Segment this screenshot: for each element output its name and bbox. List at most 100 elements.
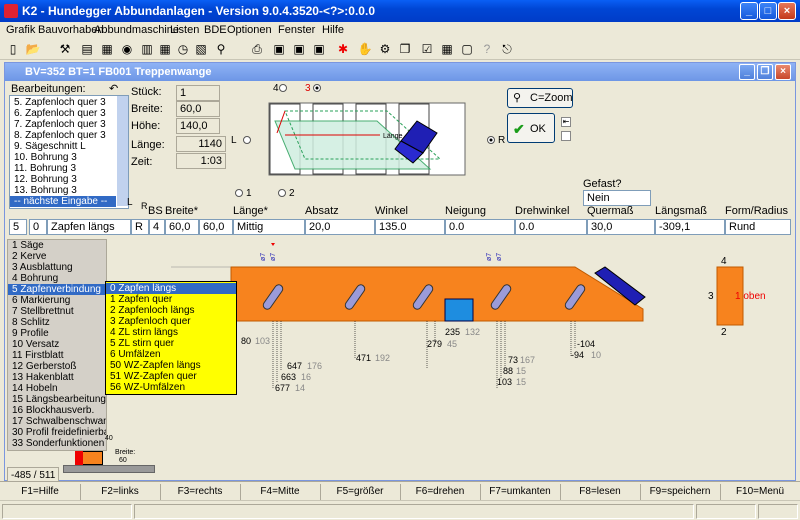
fkey-button[interactable]: F7=umkanten: [480, 484, 561, 500]
category-item[interactable]: 17 Schwalbenschwanz: [8, 416, 106, 427]
subtype-item[interactable]: 56 WZ-Umfälzen: [106, 382, 236, 393]
print-icon[interactable]: ⎙: [248, 40, 266, 58]
category-item[interactable]: 8 Schlitz: [8, 317, 106, 328]
pos-bottom-1[interactable]: 1: [246, 188, 252, 199]
menu-fenster[interactable]: Fenster: [278, 24, 315, 36]
param-laengsmass-field[interactable]: -309,1: [655, 219, 725, 235]
window-icon[interactable]: ▢: [458, 40, 476, 58]
menu-optionen[interactable]: Optionen: [227, 24, 272, 36]
fkey-button[interactable]: F1=Hilfe: [0, 484, 81, 500]
param-winkel-field[interactable]: 135.0: [375, 219, 445, 235]
pos-bottom-2-radio[interactable]: [278, 189, 286, 197]
pos-top-3[interactable]: 3: [305, 83, 311, 94]
bearbeitung-item[interactable]: 7. Zapfenloch quer 3: [10, 119, 116, 130]
grid-icon[interactable]: ▦: [156, 40, 174, 58]
gefast-select[interactable]: Nein: [583, 190, 651, 206]
table-icon[interactable]: ▦: [438, 40, 456, 58]
param-quermass-field[interactable]: 30,0: [587, 219, 655, 235]
menu-hilfe[interactable]: Hilfe: [322, 24, 344, 36]
bearbeitung-item[interactable]: 13. Bohrung 3: [10, 185, 116, 196]
param-bs-num-field[interactable]: 4: [149, 219, 165, 235]
chart-icon[interactable]: ▧: [192, 40, 210, 58]
open-folder-icon[interactable]: 📂: [24, 40, 42, 58]
category-item[interactable]: 30 Profil freidefinierbar: [8, 427, 106, 438]
category-item[interactable]: 15 Längsbearbeitungen: [8, 394, 106, 405]
star-icon[interactable]: ✱: [334, 40, 352, 58]
param-drehwinkel-field[interactable]: 0.0: [515, 219, 587, 235]
category-item[interactable]: 7 Stellbrettnut: [8, 306, 106, 317]
pos-top-4-radio[interactable]: [279, 84, 287, 92]
export-icon[interactable]: ▦: [98, 40, 116, 58]
bearbeitung-item[interactable]: 5. Zapfenloch quer 3: [10, 97, 116, 108]
pos-bottom-1-radio[interactable]: [235, 189, 243, 197]
subtype-item[interactable]: 50 WZ-Zapfen längs: [106, 360, 236, 371]
bearbeitungen-list[interactable]: 5. Zapfenloch quer 3 6. Zapfenloch quer 3…: [9, 95, 129, 209]
category-item[interactable]: 1 Säge: [8, 240, 106, 251]
minimize-button[interactable]: _: [740, 2, 758, 20]
bearbeitung-item[interactable]: 10. Bohrung 3: [10, 152, 116, 163]
subtype-item[interactable]: 4 ZL stirn längs: [106, 327, 236, 338]
param-bs-field[interactable]: R: [131, 219, 149, 235]
category-item[interactable]: 10 Versatz: [8, 339, 106, 350]
fkey-button[interactable]: F4=Mitte: [240, 484, 321, 500]
bearbeitung-item[interactable]: 12. Bohrung 3: [10, 174, 116, 185]
pos-top-4[interactable]: 4: [273, 83, 279, 94]
category-item[interactable]: 11 Firstblatt: [8, 350, 106, 361]
category-item[interactable]: 4 Bohrung: [8, 273, 106, 284]
clock-icon[interactable]: ◷: [174, 40, 192, 58]
close-button[interactable]: ×: [778, 2, 796, 20]
bearbeitung-item[interactable]: 6. Zapfenloch quer 3: [10, 108, 116, 119]
subtype-item[interactable]: 3 Zapfenloch quer: [106, 316, 236, 327]
new-icon[interactable]: ▯: [4, 40, 22, 58]
category-item[interactable]: 5 Zapfenverbindung: [8, 284, 106, 295]
globe-icon[interactable]: ◉: [118, 40, 136, 58]
zoom-button[interactable]: ⚲ C=Zoom: [507, 88, 573, 108]
category-item[interactable]: 6 Markierung: [8, 295, 106, 306]
calculator-icon[interactable]: ▥: [138, 40, 156, 58]
menu-bde[interactable]: BDE: [204, 24, 227, 36]
category-item[interactable]: 9 Profile: [8, 328, 106, 339]
fkey-button[interactable]: F8=lesen: [560, 484, 641, 500]
fkey-button[interactable]: F6=drehen: [400, 484, 481, 500]
list-scrollbar[interactable]: [117, 96, 128, 206]
param-laenge-field[interactable]: Mittig: [233, 219, 305, 235]
category-item[interactable]: 3 Ausblattung: [8, 262, 106, 273]
bearbeitung-item[interactable]: 9. Sägeschnitt L: [10, 141, 116, 152]
subtype-item[interactable]: 2 Zapfenloch längs: [106, 305, 236, 316]
preview-3d-view[interactable]: Länge 4 3 L R 1 2: [225, 81, 505, 201]
tool-icon[interactable]: ⚒: [56, 40, 74, 58]
fkey-button[interactable]: F3=rechts: [160, 484, 241, 500]
menu-abbundmaschine[interactable]: Abbundmaschine: [94, 24, 179, 36]
copy-icon[interactable]: ❐: [396, 40, 414, 58]
ok-button[interactable]: ✔ OK: [507, 113, 555, 143]
fkey-button[interactable]: F2=links: [80, 484, 161, 500]
maximize-button[interactable]: □: [759, 2, 777, 20]
list-icon[interactable]: ▤: [78, 40, 96, 58]
subtype-item[interactable]: 6 Umfälzen: [106, 349, 236, 360]
help-icon[interactable]: ?: [478, 40, 496, 58]
category-item[interactable]: 12 Gerberstoß: [8, 361, 106, 372]
subtype-popup[interactable]: 0 Zapfen längs 1 Zapfen quer 2 Zapfenloch …: [105, 281, 237, 395]
menu-listen[interactable]: Listen: [170, 24, 199, 36]
param-l-field[interactable]: 5: [9, 219, 27, 235]
subtype-item[interactable]: 5 ZL stirn quer: [106, 338, 236, 349]
category-item[interactable]: 14 Hobeln: [8, 383, 106, 394]
bearbeitung-item[interactable]: 11. Bohrung 3: [10, 163, 116, 174]
inner-minimize-button[interactable]: _: [739, 64, 755, 80]
fkey-button[interactable]: F5=größer: [320, 484, 401, 500]
category-item[interactable]: 2 Kerve: [8, 251, 106, 262]
save-icon[interactable]: ▣: [270, 40, 288, 58]
param-neigung-field[interactable]: 0.0: [445, 219, 515, 235]
param-typ-field[interactable]: Zapfen längs: [47, 219, 131, 235]
category-item[interactable]: 16 Blockhausverb.: [8, 405, 106, 416]
save-all-icon[interactable]: ▣: [310, 40, 328, 58]
fkey-button[interactable]: F9=speichern: [640, 484, 721, 500]
bearbeitung-item[interactable]: 8. Zapfenloch quer 3: [10, 130, 116, 141]
fkey-button[interactable]: F10=Menü: [720, 484, 800, 500]
hand-icon[interactable]: ✋: [356, 40, 374, 58]
param-gruppe-field[interactable]: 0: [29, 219, 47, 235]
param-breite2-field[interactable]: 60,0: [199, 219, 233, 235]
position-slider[interactable]: [63, 465, 155, 473]
inner-restore-button[interactable]: ❐: [757, 64, 773, 80]
menu-grafik[interactable]: Grafik: [6, 24, 35, 36]
